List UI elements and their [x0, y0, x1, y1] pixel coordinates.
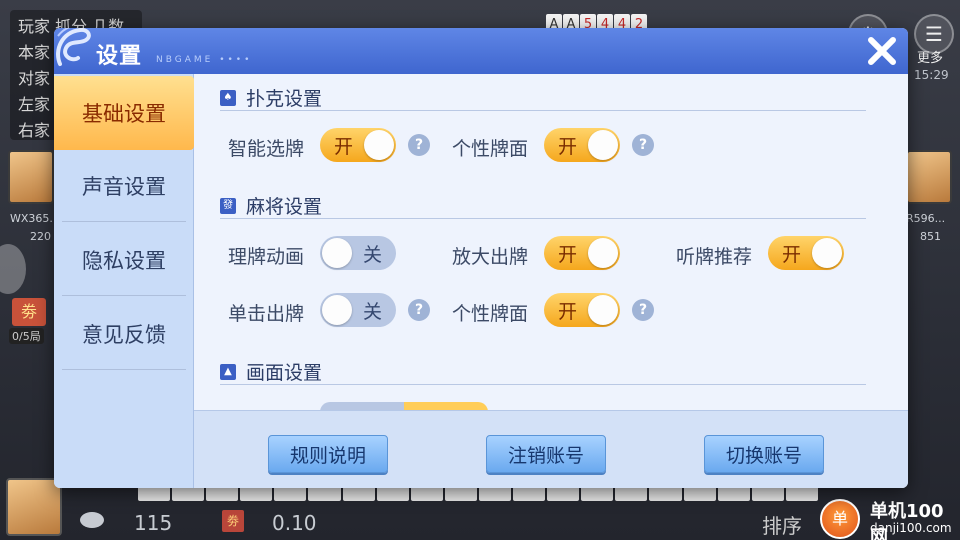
- self-tickets: 0.10: [272, 511, 317, 535]
- display-section-title: 画面设置: [246, 362, 323, 384]
- silver-coin-icon: [80, 512, 104, 528]
- sidebar-item-sound[interactable]: 声音设置: [62, 150, 186, 222]
- mahjong-section-heading: 發 麻将设置: [220, 192, 322, 219]
- enlarge-discard-label: 放大出牌: [452, 246, 529, 268]
- dialog-title: 设置: [96, 44, 143, 69]
- more-label[interactable]: 更多: [917, 47, 943, 66]
- mahjong-custom-face-label: 个性牌面: [452, 303, 529, 325]
- self-coins: 115: [134, 511, 173, 535]
- switch-account-button[interactable]: 切换账号: [704, 435, 824, 473]
- toggle-knob: [322, 238, 352, 268]
- dragon-logo-icon: [56, 28, 91, 66]
- display-section-heading: ▲ 画面设置: [220, 358, 322, 385]
- toggle-knob: [364, 130, 394, 160]
- ready-hint-toggle[interactable]: 开: [768, 236, 844, 270]
- help-icon[interactable]: ?: [408, 299, 430, 321]
- right-player-coins: 851: [920, 230, 941, 243]
- mahjong-tile-icon: 發: [220, 197, 236, 214]
- toggle-knob: [588, 238, 618, 268]
- toggle-state: 开: [558, 244, 578, 266]
- poker-section-heading: ♠ 扑克设置: [220, 84, 322, 111]
- settings-content: ♠ 扑克设置 智能选牌 开 ? 个性牌面 开 ? 發 麻将设置 理牌动画 关 放…: [194, 74, 908, 410]
- sidebar-item-privacy[interactable]: 隐私设置: [62, 224, 186, 296]
- poker-custom-face-label: 个性牌面: [452, 138, 529, 160]
- settings-dialog: 设置 NBGAME •••• 基础设置 声音设置 隐私设置 意见反馈 ♠ 扑克设…: [54, 28, 908, 488]
- tile-sort-animation-label: 理牌动画: [228, 246, 305, 268]
- smart-select-toggle[interactable]: 开: [320, 128, 396, 162]
- help-icon[interactable]: ?: [632, 134, 654, 156]
- toggle-knob: [588, 295, 618, 325]
- single-click-discard-label: 单击出牌: [228, 303, 305, 325]
- watermark-logo: 单: [820, 499, 860, 539]
- toggle-state: 开: [782, 244, 802, 266]
- game-ticket-badge: 劵: [12, 298, 46, 326]
- spade-card-icon: ♠: [220, 89, 236, 106]
- toggle-state: 关: [362, 301, 382, 323]
- toggle-knob: [588, 130, 618, 160]
- tile-sort-animation-toggle[interactable]: 关: [320, 236, 396, 270]
- watermark-url: danji100.com: [870, 521, 952, 535]
- enlarge-discard-toggle[interactable]: 开: [544, 236, 620, 270]
- dialog-header: 设置 NBGAME ••••: [54, 28, 908, 74]
- poker-custom-face-toggle[interactable]: 开: [544, 128, 620, 162]
- sort-button[interactable]: 排序: [762, 510, 802, 539]
- rules-button[interactable]: 规则说明: [268, 435, 388, 473]
- single-click-discard-toggle[interactable]: 关: [320, 293, 396, 327]
- close-button[interactable]: [862, 32, 902, 70]
- poker-section-title: 扑克设置: [246, 88, 323, 110]
- left-player-avatar[interactable]: [8, 150, 54, 204]
- round-counter: 0/5局: [9, 328, 44, 344]
- help-icon[interactable]: ?: [632, 299, 654, 321]
- clock-time: 15:29: [914, 68, 949, 82]
- section-divider: [220, 218, 866, 219]
- settings-sidebar: 基础设置 声音设置 隐私设置 意见反馈: [54, 74, 194, 488]
- smart-select-label: 智能选牌: [228, 138, 305, 160]
- ready-hint-label: 听牌推荐: [676, 246, 753, 268]
- toggle-state: 开: [558, 136, 578, 158]
- picture-icon: ▲: [220, 363, 236, 380]
- site-watermark: 单 单机100网 danji100.com: [820, 497, 960, 540]
- mahjong-section-title: 麻将设置: [246, 196, 323, 218]
- display-mode-switch[interactable]: [320, 402, 488, 410]
- toggle-knob: [812, 238, 842, 268]
- left-player-coins: 220: [30, 230, 51, 243]
- toggle-knob: [322, 295, 352, 325]
- section-divider: [220, 110, 866, 111]
- right-player-name: R596...: [906, 212, 946, 225]
- dialog-subtitle: NBGAME ••••: [156, 55, 253, 65]
- mahjong-custom-face-toggle[interactable]: 开: [544, 293, 620, 327]
- dialog-footer: 规则说明 注销账号 切换账号: [194, 410, 908, 488]
- close-icon: [868, 37, 896, 65]
- ticket-icon: 劵: [222, 510, 244, 532]
- sidebar-item-feedback[interactable]: 意见反馈: [62, 298, 186, 370]
- help-icon[interactable]: ?: [408, 134, 430, 156]
- section-divider: [220, 384, 866, 385]
- toggle-state: 开: [558, 301, 578, 323]
- logout-button[interactable]: 注销账号: [486, 435, 606, 473]
- right-player-avatar[interactable]: [906, 150, 952, 204]
- toggle-state: 开: [334, 136, 354, 158]
- left-player-name: WX365...: [10, 212, 60, 225]
- toggle-state: 关: [362, 244, 382, 266]
- sidebar-item-basic[interactable]: 基础设置: [54, 76, 194, 150]
